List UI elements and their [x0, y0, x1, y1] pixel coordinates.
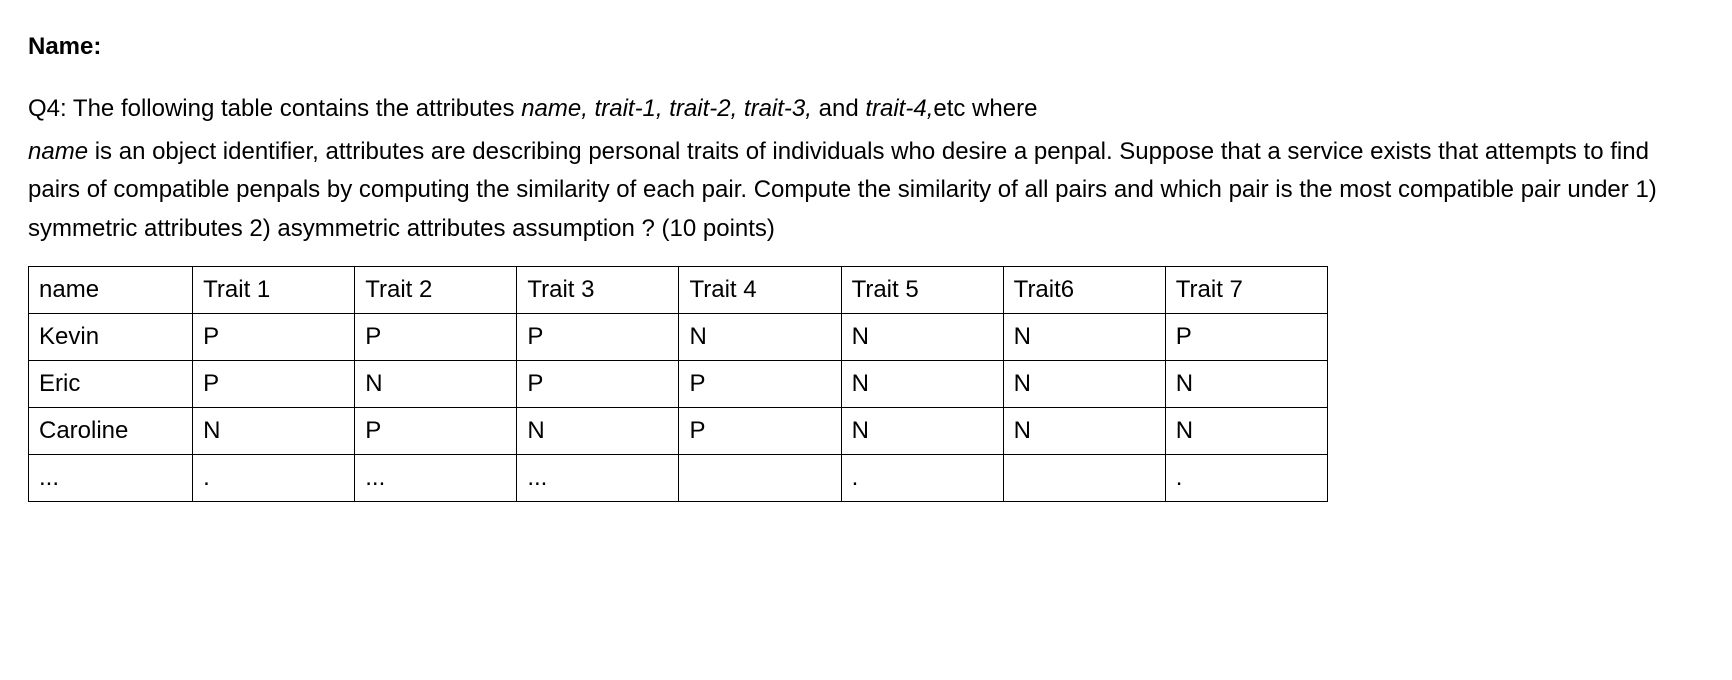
table-row: Kevin P P P N N N P: [29, 313, 1328, 360]
cell-value: [679, 454, 841, 501]
cell-value: P: [193, 360, 355, 407]
cell-value: N: [1165, 360, 1327, 407]
document-page: Name: Q4: The following table contains t…: [0, 0, 1732, 680]
col-header-trait6: Trait6: [1003, 266, 1165, 313]
cell-value: P: [355, 407, 517, 454]
cell-value: N: [1003, 313, 1165, 360]
q-text-1c: etc where: [933, 95, 1037, 122]
cell-value: .: [841, 454, 1003, 501]
traits-table: name Trait 1 Trait 2 Trait 3 Trait 4 Tra…: [28, 266, 1328, 502]
col-header-trait4: Trait 4: [679, 266, 841, 313]
cell-value: N: [517, 407, 679, 454]
question-line-1: Q4: The following table contains the att…: [28, 90, 1704, 128]
table-row: Caroline N P N P N N N: [29, 407, 1328, 454]
question-number: Q4:: [28, 95, 67, 122]
col-header-trait3: Trait 3: [517, 266, 679, 313]
cell-value: N: [841, 407, 1003, 454]
q-text-name-italic: name: [28, 138, 88, 165]
cell-value: N: [355, 360, 517, 407]
cell-value: [1003, 454, 1165, 501]
cell-value: N: [1165, 407, 1327, 454]
cell-value: ...: [355, 454, 517, 501]
table-row: Eric P N P P N N N: [29, 360, 1328, 407]
cell-name: ...: [29, 454, 193, 501]
question-line-rest: name is an object identifier, attributes…: [28, 133, 1704, 248]
cell-name: Eric: [29, 360, 193, 407]
col-header-name: name: [29, 266, 193, 313]
cell-value: P: [679, 407, 841, 454]
q-text-rest: is an object identifier, attributes are …: [28, 138, 1657, 242]
cell-name: Kevin: [29, 313, 193, 360]
cell-value: P: [355, 313, 517, 360]
cell-value: P: [517, 313, 679, 360]
question-text: Q4: The following table contains the att…: [28, 90, 1704, 248]
q-text-1b: and: [812, 95, 865, 122]
cell-value: N: [193, 407, 355, 454]
q-text-attrs-last: trait-4,: [865, 95, 933, 122]
cell-value: ...: [517, 454, 679, 501]
col-header-trait2: Trait 2: [355, 266, 517, 313]
name-label-line: Name:: [28, 28, 1704, 66]
cell-value: P: [679, 360, 841, 407]
cell-value: P: [517, 360, 679, 407]
cell-value: N: [1003, 407, 1165, 454]
col-header-trait5: Trait 5: [841, 266, 1003, 313]
col-header-trait1: Trait 1: [193, 266, 355, 313]
table-header-row: name Trait 1 Trait 2 Trait 3 Trait 4 Tra…: [29, 266, 1328, 313]
cell-value: P: [193, 313, 355, 360]
cell-value: N: [1003, 360, 1165, 407]
cell-value: N: [841, 360, 1003, 407]
cell-value: N: [679, 313, 841, 360]
cell-value: P: [1165, 313, 1327, 360]
cell-value: .: [1165, 454, 1327, 501]
col-header-trait7: Trait 7: [1165, 266, 1327, 313]
table-row-ellipsis: ... . ... ... . .: [29, 454, 1328, 501]
name-label: Name:: [28, 33, 101, 60]
cell-value: .: [193, 454, 355, 501]
cell-name: Caroline: [29, 407, 193, 454]
q-text-attrs: name, trait-1, trait-2, trait-3,: [521, 95, 812, 122]
q-text-1a: The following table contains the attribu…: [67, 95, 522, 122]
cell-value: N: [841, 313, 1003, 360]
